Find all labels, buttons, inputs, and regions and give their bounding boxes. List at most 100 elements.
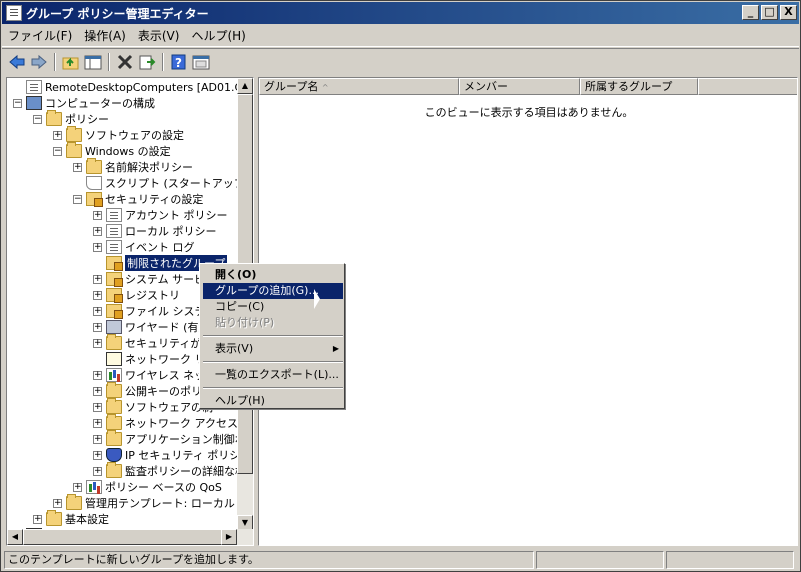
column-members[interactable]: メンバー bbox=[459, 78, 580, 95]
tree-horizontal-scrollbar[interactable]: ◀ ▶ bbox=[7, 529, 253, 545]
minimize-button[interactable]: _ bbox=[742, 5, 759, 20]
collapse-icon[interactable]: − bbox=[33, 114, 42, 124]
expand-icon[interactable]: + bbox=[53, 498, 62, 508]
expand-icon[interactable]: + bbox=[93, 370, 102, 380]
expand-icon[interactable]: + bbox=[93, 210, 102, 220]
expand-icon[interactable]: + bbox=[93, 450, 102, 460]
menu-item-label: グループの追加(G)... bbox=[215, 284, 319, 297]
tree-item[interactable]: + ワイヤード (有線 bbox=[93, 319, 209, 335]
expand-icon[interactable]: + bbox=[73, 162, 82, 172]
tree-item[interactable]: − セキュリティの設定 bbox=[73, 191, 203, 207]
tree-item[interactable]: + 公開キーのポリ bbox=[93, 382, 202, 399]
collapse-icon[interactable]: − bbox=[13, 98, 22, 108]
tree-item[interactable]: + システム サービ bbox=[93, 271, 205, 287]
expand-icon[interactable]: + bbox=[93, 418, 102, 428]
empty-message: このビューに表示する項目はありません。 bbox=[424, 106, 634, 119]
context-menu-item[interactable]: 開く(O) bbox=[203, 267, 343, 283]
sort-ascending-icon: ^ bbox=[321, 83, 329, 92]
tree-item[interactable]: + 管理用テンプレート: ローカル コ bbox=[53, 494, 249, 511]
menu-view[interactable]: 表示(V) bbox=[132, 27, 186, 44]
policy-icon bbox=[106, 208, 122, 222]
collapse-icon[interactable]: − bbox=[73, 194, 82, 204]
expand-icon[interactable]: + bbox=[93, 386, 102, 396]
policy-icon bbox=[106, 240, 122, 254]
tree-item[interactable]: − ポリシー bbox=[33, 110, 109, 127]
tree-item[interactable]: + セキュリティが強 bbox=[93, 334, 212, 351]
tree-item[interactable]: + ワイヤレス ネット bbox=[93, 367, 216, 383]
tree-item[interactable]: + アカウント ポリシー bbox=[93, 207, 228, 223]
context-menu-item[interactable]: 表示(V) ▶ bbox=[203, 341, 343, 357]
tree-item[interactable]: + ソフトウェアの設定 bbox=[53, 126, 184, 143]
forward-icon[interactable] bbox=[28, 51, 50, 73]
tree-item[interactable]: + ローカル ポリシー bbox=[93, 223, 217, 239]
menu-help[interactable]: ヘルプ(H) bbox=[185, 27, 251, 44]
status-cell-2 bbox=[536, 551, 664, 569]
qos-icon bbox=[86, 480, 102, 494]
tree-item[interactable]: + ポリシー ベースの QoS bbox=[73, 479, 222, 495]
expand-icon[interactable]: + bbox=[73, 482, 82, 492]
expand-icon[interactable]: + bbox=[93, 466, 102, 476]
tree-item[interactable]: + イベント ログ bbox=[93, 239, 195, 255]
expand-icon[interactable]: + bbox=[93, 434, 102, 444]
collapse-icon[interactable]: − bbox=[53, 146, 62, 156]
svg-text:?: ? bbox=[175, 56, 182, 70]
folder-icon bbox=[106, 430, 122, 446]
properties-icon[interactable] bbox=[190, 51, 212, 73]
expand-icon[interactable]: + bbox=[93, 274, 102, 284]
tree-item[interactable]: + 基本設定 bbox=[33, 510, 109, 527]
column-group-name[interactable]: グループ名 ^ bbox=[259, 78, 459, 95]
tree-item[interactable]: + 監査ポリシーの詳細な構 bbox=[93, 462, 246, 479]
maximize-button[interactable]: □ bbox=[761, 5, 778, 20]
context-menu-item[interactable]: ヘルプ(H) bbox=[203, 393, 343, 409]
scroll-thumb[interactable] bbox=[23, 529, 223, 545]
tree-item[interactable]: ネットワーク リス bbox=[93, 351, 217, 367]
column-member-of[interactable]: 所属するグループ bbox=[580, 78, 698, 95]
delete-icon[interactable] bbox=[114, 51, 136, 73]
context-menu-item[interactable]: コピー(C) bbox=[203, 299, 343, 315]
expand-icon[interactable]: + bbox=[93, 226, 102, 236]
export-icon[interactable] bbox=[136, 51, 158, 73]
tree-item-label: ポリシー ベースの QoS bbox=[105, 481, 222, 494]
expand-icon[interactable]: + bbox=[93, 306, 102, 316]
expand-icon[interactable]: + bbox=[33, 514, 42, 524]
expand-icon[interactable]: + bbox=[53, 130, 62, 140]
tree-item[interactable]: + ファイル システム bbox=[93, 303, 216, 319]
tree-item[interactable]: − コンピューターの構成 bbox=[13, 95, 155, 111]
tree-item-label: アカウント ポリシー bbox=[125, 209, 228, 222]
tree-item[interactable]: + ネットワーク アクセス保護 bbox=[93, 414, 253, 431]
scroll-up-icon[interactable]: ▲ bbox=[237, 78, 253, 94]
expand-icon[interactable]: + bbox=[93, 322, 102, 332]
tree-item[interactable]: + アプリケーション制御ポリ bbox=[93, 430, 253, 447]
help-icon[interactable]: ? bbox=[168, 51, 190, 73]
tree-item-label: コンピューターの構成 bbox=[45, 97, 155, 110]
tree-item-label: レジストリ bbox=[125, 289, 180, 302]
tree-item[interactable]: − Windows の設定 bbox=[53, 142, 171, 159]
tree-item[interactable]: + IP セキュリティ ポリシー bbox=[93, 447, 251, 463]
expand-icon[interactable]: + bbox=[93, 402, 102, 412]
tree-item[interactable]: + レジストリ bbox=[93, 287, 180, 303]
context-menu-item[interactable]: グループの追加(G)... bbox=[203, 283, 343, 299]
expand-icon[interactable]: + bbox=[93, 290, 102, 300]
tree-item[interactable]: + 名前解決ポリシー bbox=[73, 158, 193, 175]
scroll-left-icon[interactable]: ◀ bbox=[7, 529, 23, 545]
scroll-right-icon[interactable]: ▶ bbox=[221, 529, 237, 545]
expand-icon[interactable]: + bbox=[93, 338, 102, 348]
close-button[interactable]: X bbox=[780, 5, 797, 20]
back-icon[interactable] bbox=[6, 51, 28, 73]
expand-icon[interactable]: + bbox=[93, 242, 102, 252]
show-tree-icon[interactable] bbox=[82, 51, 104, 73]
menu-separator bbox=[203, 387, 343, 389]
computer-icon bbox=[26, 96, 42, 110]
tree-item-label: ローカル ポリシー bbox=[125, 225, 217, 238]
context-menu-item[interactable]: 一覧のエクスポート(L)... bbox=[203, 367, 343, 383]
up-folder-icon[interactable] bbox=[60, 51, 82, 73]
title-bar[interactable]: グループ ポリシー管理エディター _ □ X bbox=[2, 2, 799, 24]
tree-item[interactable]: スクリプト (スタートアップ/シャ bbox=[73, 175, 253, 191]
folder-icon bbox=[106, 462, 122, 478]
menu-action[interactable]: 操作(A) bbox=[78, 27, 132, 44]
tree-item[interactable]: RemoteDesktopComputers [AD01.CONT bbox=[13, 79, 253, 95]
tree-item[interactable]: + ソフトウェアの制 bbox=[93, 398, 213, 415]
mouse-cursor-icon bbox=[314, 289, 320, 309]
menu-file[interactable]: ファイル(F) bbox=[2, 27, 78, 44]
folder-icon bbox=[106, 398, 122, 414]
